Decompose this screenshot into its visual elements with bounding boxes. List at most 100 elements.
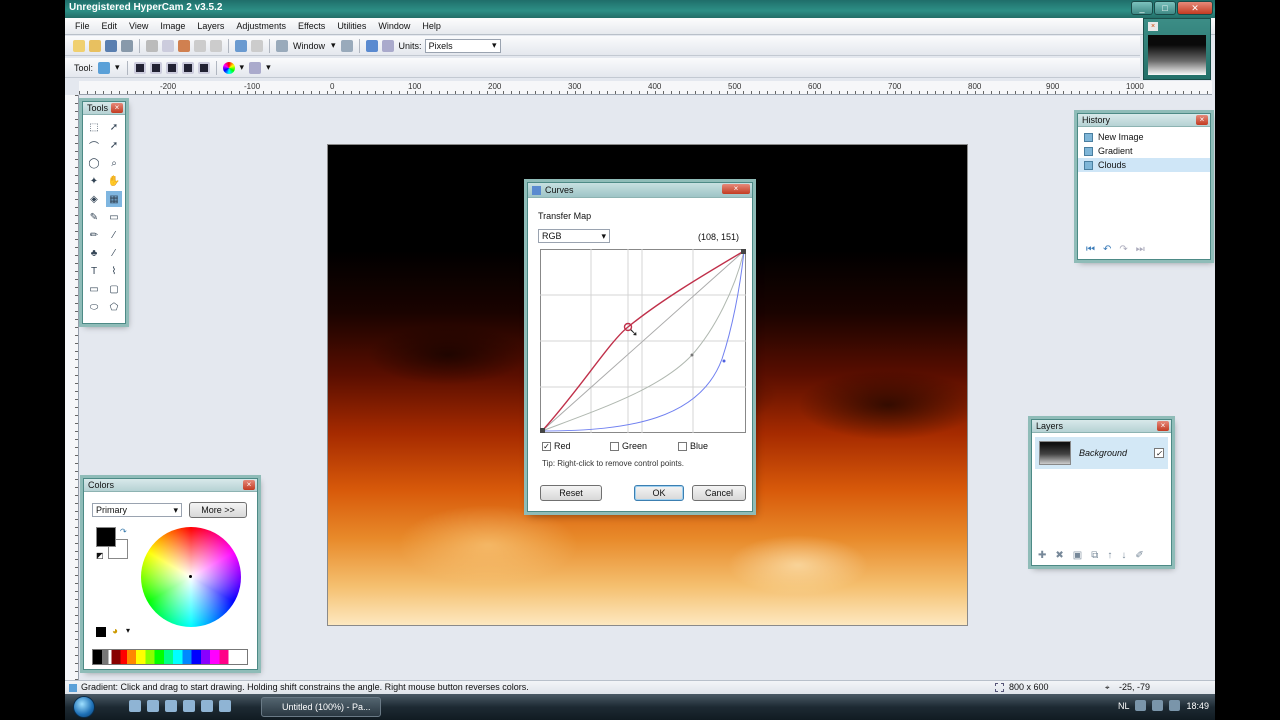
pan-icon[interactable]: ✋: [106, 173, 122, 189]
new-icon[interactable]: [73, 39, 85, 52]
save-icon[interactable]: [105, 39, 117, 52]
menu-help[interactable]: Help: [416, 18, 447, 34]
diamond-gradient-icon[interactable]: [165, 61, 178, 74]
tray-app-icon[interactable]: [1169, 700, 1181, 711]
conical-gradient-icon[interactable]: [197, 61, 210, 74]
magnifier-icon[interactable]: [340, 39, 353, 52]
line-curve-icon[interactable]: ⌇: [106, 263, 122, 279]
dropdown-arrow-icon[interactable]: ▾: [126, 626, 130, 635]
freeform-shape-icon[interactable]: ⬠: [106, 299, 122, 315]
dropdown-arrow-icon[interactable]: ▾: [266, 62, 271, 73]
rectangle-icon[interactable]: ▭: [86, 281, 102, 297]
clock[interactable]: 18:49: [1186, 701, 1209, 711]
taskbar-item-paint[interactable]: Untitled (100%) - Pa...: [261, 697, 381, 717]
undo-icon[interactable]: ↶: [1103, 244, 1111, 255]
menu-window[interactable]: Window: [372, 18, 416, 34]
start-button[interactable]: [73, 696, 95, 718]
minimize-button[interactable]: _: [1131, 1, 1153, 15]
thumbnail-close-icon[interactable]: ×: [1148, 22, 1158, 31]
primary-color-swatch[interactable]: [96, 527, 116, 547]
zoom-tool-icon[interactable]: ⌕: [106, 155, 122, 171]
close-button[interactable]: ✕: [1177, 1, 1213, 15]
image-thumbnail[interactable]: ×: [1143, 18, 1211, 80]
deselect-icon[interactable]: [210, 39, 222, 52]
red-checkbox[interactable]: ✓: [542, 441, 551, 451]
zoom-icon[interactable]: [276, 39, 288, 52]
pencil-icon[interactable]: ✏: [86, 227, 102, 243]
more-colors-button[interactable]: More >>: [189, 502, 247, 518]
paste-icon[interactable]: [178, 39, 190, 52]
history-item-new-image[interactable]: New Image: [1078, 130, 1210, 144]
menu-image[interactable]: Image: [154, 18, 191, 34]
ok-button[interactable]: OK: [634, 485, 684, 501]
layer-row-background[interactable]: Background ✓: [1035, 437, 1168, 469]
reset-button[interactable]: Reset: [540, 485, 602, 501]
menu-utilities[interactable]: Utilities: [331, 18, 372, 34]
browser-icon[interactable]: [165, 700, 177, 712]
redo-icon[interactable]: [251, 39, 263, 52]
dropdown-arrow-icon[interactable]: ▾: [240, 62, 245, 73]
redo-icon[interactable]: ↷: [1119, 244, 1127, 255]
colors-panel-close-icon[interactable]: ×: [243, 480, 255, 490]
network-icon[interactable]: [1135, 700, 1147, 711]
history-item-gradient[interactable]: Gradient: [1078, 144, 1210, 158]
crop-icon[interactable]: [194, 39, 206, 52]
linear-gradient-icon[interactable]: [133, 61, 146, 74]
duplicate-layer-icon[interactable]: ▣: [1073, 550, 1082, 561]
folder-icon[interactable]: [201, 700, 213, 712]
cancel-button[interactable]: Cancel: [692, 485, 746, 501]
paintbrush-icon[interactable]: ✎: [86, 209, 102, 225]
move-down-icon[interactable]: ↓: [1121, 550, 1126, 561]
move-selection-icon[interactable]: ➚: [106, 119, 122, 135]
units-select[interactable]: Pixels ▾: [424, 38, 501, 53]
channel-select[interactable]: RGB ▾: [538, 229, 610, 243]
color-mode-select[interactable]: Primary ▾: [92, 503, 182, 517]
reflected-gradient-icon[interactable]: [149, 61, 162, 74]
clone-stamp-icon[interactable]: ♣: [86, 245, 102, 261]
green-checkbox-row[interactable]: Green: [610, 441, 647, 451]
layer-properties-icon[interactable]: ✐: [1135, 550, 1143, 561]
undo-icon[interactable]: [235, 39, 247, 52]
swap-colors-icon[interactable]: ↷: [120, 527, 127, 536]
gradient-tool-icon[interactable]: [98, 61, 111, 74]
dropdown-arrow-icon[interactable]: ▾: [331, 40, 336, 51]
app-icon[interactable]: [219, 700, 231, 712]
menu-adjustments[interactable]: Adjustments: [230, 18, 292, 34]
delete-layer-icon[interactable]: ✖: [1055, 550, 1063, 561]
open-icon[interactable]: [89, 39, 101, 52]
merge-layer-icon[interactable]: ⧉: [1091, 550, 1098, 561]
dropdown-arrow-icon[interactable]: ▾: [115, 62, 120, 73]
rectangle-select-icon[interactable]: ⬚: [86, 119, 102, 135]
radial-gradient-icon[interactable]: [181, 61, 194, 74]
curves-close-icon[interactable]: ×: [722, 184, 750, 194]
language-indicator[interactable]: NL: [1118, 701, 1130, 711]
reset-colors-icon[interactable]: ◩: [96, 551, 104, 560]
copy-icon[interactable]: [162, 39, 174, 52]
move-selected-icon[interactable]: ➚: [106, 137, 122, 153]
eraser-icon[interactable]: ▭: [106, 209, 122, 225]
cut-icon[interactable]: [146, 39, 158, 52]
fast-forward-icon[interactable]: ⏭: [1136, 244, 1145, 255]
color-palette[interactable]: [92, 649, 248, 665]
window-label[interactable]: Window: [293, 41, 325, 51]
menu-edit[interactable]: Edit: [96, 18, 124, 34]
menu-file[interactable]: File: [69, 18, 96, 34]
volume-icon[interactable]: [1152, 700, 1164, 711]
switch-windows-icon[interactable]: [147, 700, 159, 712]
print-icon[interactable]: [121, 39, 133, 52]
move-up-icon[interactable]: ↑: [1107, 550, 1112, 561]
menu-effects[interactable]: Effects: [292, 18, 331, 34]
rounded-rectangle-icon[interactable]: ▢: [106, 281, 122, 297]
text-icon[interactable]: T: [86, 263, 102, 279]
color-mode-icon[interactable]: [222, 61, 235, 74]
rulers-icon[interactable]: [381, 39, 394, 52]
layers-panel-close-icon[interactable]: ×: [1157, 421, 1169, 431]
color-swatch-black[interactable]: [96, 627, 106, 637]
add-layer-icon[interactable]: ✚: [1038, 550, 1046, 561]
menu-view[interactable]: View: [123, 18, 154, 34]
rewind-icon[interactable]: ⏮: [1086, 244, 1095, 255]
recolor-icon[interactable]: ⁄: [106, 245, 122, 261]
maximize-button[interactable]: □: [1154, 1, 1176, 15]
layer-visibility-checkbox[interactable]: ✓: [1154, 448, 1164, 458]
mail-icon[interactable]: [183, 700, 195, 712]
